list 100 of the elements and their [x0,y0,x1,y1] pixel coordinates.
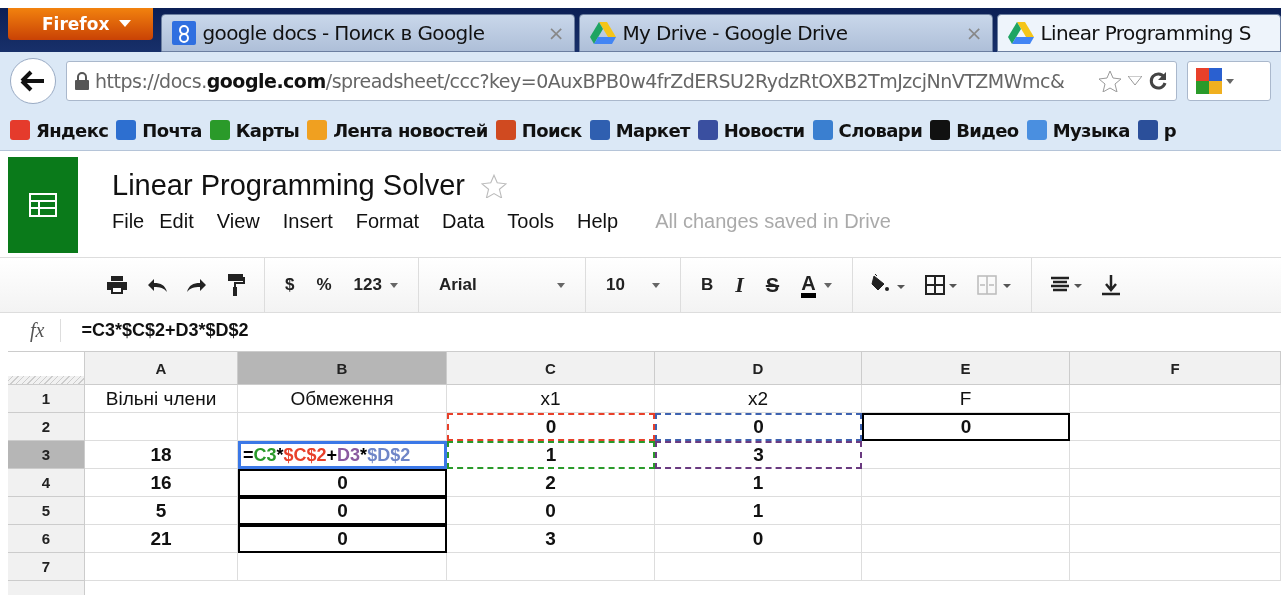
table-cell: 5 [85,497,238,525]
table-cell: Вільні члени [85,385,238,413]
table-cell: 3 [655,441,862,469]
redo-icon[interactable] [186,277,208,293]
url-text: https://docs.google.com/spreadsheet/ccc?key=0AuxBPB0w4frZdERSU2RydzRtOXB2TmJzcjNnVTZMWmc& [95,70,1066,92]
table-cell: F [862,385,1070,413]
menu-item[interactable]: Edit [159,210,205,233]
address-bar[interactable]: https://docs.google.com/spreadsheet/ccc?key=0AuxBPB0w4frZdERSU2RydzRtOXB2TmJzcjNnVTZMWmc& [66,61,1177,101]
table-cell: 0 [238,469,447,497]
table-cell: 0 [447,413,655,441]
number-format-button[interactable]: 123 [351,273,400,297]
reload-icon[interactable] [1148,71,1168,91]
row-header[interactable]: 1 [8,385,85,413]
bookmark-link[interactable]: р [1137,119,1177,141]
column-header[interactable]: C [447,352,655,385]
table-cell: 3 [447,525,655,553]
row-header[interactable]: 3 [8,441,85,469]
bookmark-link[interactable]: Словари [812,119,923,141]
caret-icon [823,282,832,288]
table-cell: 0 [447,497,655,525]
table-cell: 0 [655,525,862,553]
cell-editor[interactable]: =C3*$C$2+D3*$D$2 [238,441,447,469]
star-icon[interactable] [1098,70,1122,92]
table-cell: 0 [862,413,1070,441]
row-header[interactable]: 2 [8,413,85,441]
bookmark-link[interactable]: Лента новостей [307,119,488,141]
paint-format-icon[interactable] [226,273,246,297]
column-header[interactable]: A [85,352,238,385]
align-icon[interactable] [1049,276,1084,294]
caret-icon [119,20,132,28]
table-cell: 21 [85,525,238,553]
column-header[interactable]: E [862,352,1070,385]
document-title[interactable]: Linear Programming Solver [112,169,465,202]
bookmark-link[interactable]: Музыка [1026,119,1130,141]
column-header[interactable]: B [238,352,447,385]
browser-tab[interactable]: Linear Programming S [997,14,1281,52]
search-engine-icon [1196,68,1222,94]
borders-icon[interactable] [924,275,959,295]
font-dropdown[interactable]: Arial [436,273,567,297]
browser-tab[interactable]: My Drive - Google Drive × [579,14,994,52]
menu-item[interactable]: Help [577,210,630,233]
strikethrough-button[interactable]: S [763,271,782,299]
row-header[interactable]: 4 [8,469,85,497]
format-button[interactable]: $ [283,273,297,297]
browser-tab[interactable]: google docs - Поиск в Google × [161,14,576,52]
table-cell: 1 [447,441,655,469]
table-cell: 0 [238,525,447,553]
column-header[interactable]: D [655,352,862,385]
bookmark-link[interactable]: Яндекс [10,119,109,141]
row-header[interactable]: 5 [8,497,85,525]
search-logo-icon [172,21,197,45]
menu-item[interactable]: Insert [282,210,344,233]
firefox-menu-button[interactable]: Firefox [8,8,154,40]
caret-icon [1226,78,1234,84]
formula-input[interactable]: =C3*$C$2+D3*$D$2 [81,319,249,341]
search-box[interactable] [1187,61,1271,101]
undo-icon[interactable] [146,277,168,293]
table-cell: 2 [447,469,655,497]
menu-item[interactable]: File [112,210,156,233]
text-color-button[interactable]: A [799,270,834,300]
table-cell: 1 [655,497,862,525]
row-header[interactable]: 7 [8,553,85,581]
bold-button[interactable]: B [698,273,716,297]
bookmark-link[interactable]: Почта [116,119,202,141]
table-cell: Обмеження [238,385,447,413]
bookmark-link[interactable]: Маркет [589,119,690,141]
table-cell: x1 [447,385,655,413]
format-button[interactable]: % [314,273,334,297]
column-header[interactable]: F [1070,352,1281,385]
save-status: All changes saved in Drive [655,210,891,233]
table-cell: 18 [85,441,238,469]
table-cell: 0 [238,497,447,525]
caret-icon [389,282,398,288]
bookmark-link[interactable]: Карты [209,119,300,141]
bookmark-link[interactable]: Новости [697,119,805,141]
menu-item[interactable]: Tools [507,210,566,233]
table-cell: x2 [655,385,862,413]
row-header[interactable]: 6 [8,525,85,553]
star-icon[interactable] [481,173,507,198]
lock-icon [75,72,89,90]
menu-item[interactable]: Format [355,210,431,233]
sheets-logo-icon[interactable] [8,157,78,253]
drive-icon [1008,22,1035,44]
caret-icon [651,282,660,288]
bookmark-link[interactable]: Поиск [495,119,582,141]
menu-item[interactable]: View [216,210,271,233]
font-dropdown[interactable]: 10 [603,273,662,297]
dropdown-icon[interactable] [1128,76,1142,86]
function-label: fx [30,318,62,342]
table-cell: 0 [655,413,862,441]
caret-icon [556,282,565,288]
back-button[interactable] [10,58,56,104]
back-arrow-icon [20,70,46,92]
menu-item[interactable]: Data [442,210,496,233]
print-icon[interactable] [106,275,128,295]
table-cell: 1 [655,469,862,497]
vertical-align-icon[interactable] [1101,274,1120,296]
bookmark-link[interactable]: Видео [930,119,1019,141]
drive-icon [590,22,617,44]
italic-button[interactable]: I [733,270,746,300]
